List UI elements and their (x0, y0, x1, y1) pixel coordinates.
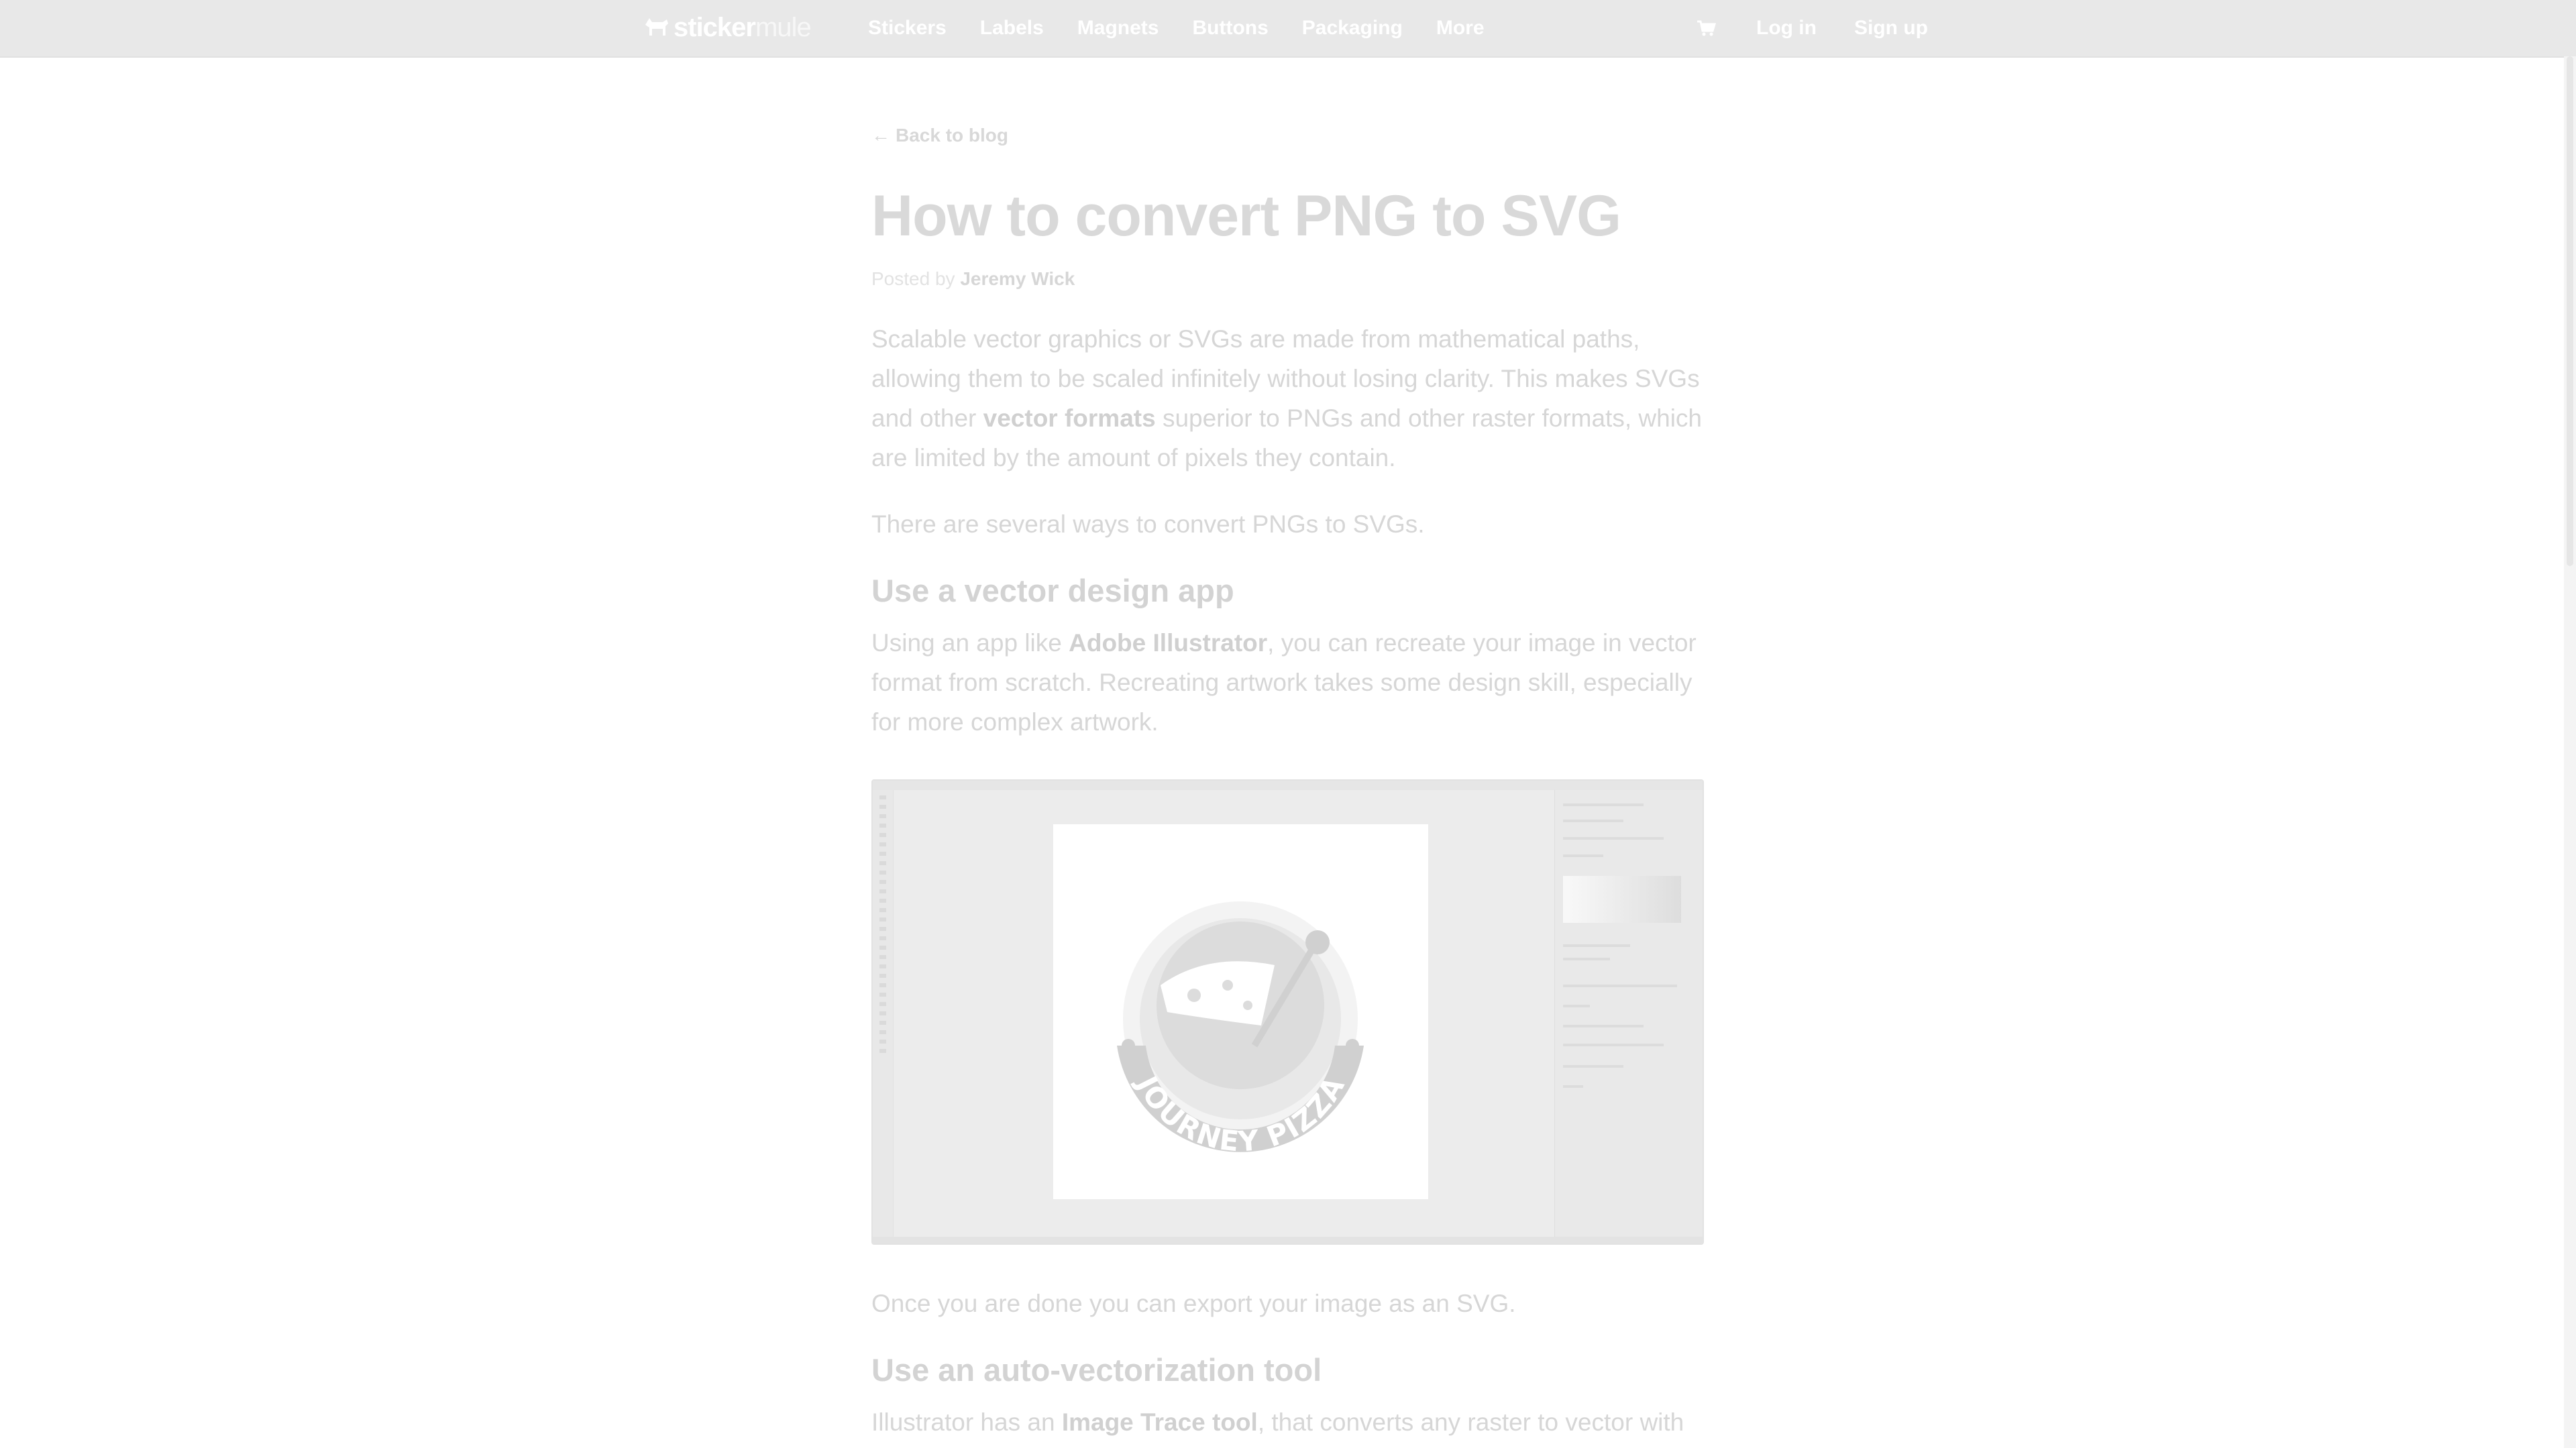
nav-item-packaging[interactable]: Packaging (1302, 17, 1403, 40)
back-to-blog-label: Back to blog (896, 125, 1009, 146)
logo-text-bold: sticker (674, 12, 756, 42)
signup-link[interactable]: Sign up (1854, 17, 1928, 40)
app-titlebar (873, 781, 1703, 790)
account-nav: Log in Sign up (1696, 0, 1928, 56)
blog-article: ← Back to blog How to convert PNG to SVG… (871, 122, 1704, 1442)
paragraph-intro: Scalable vector graphics or SVGs are mad… (871, 319, 1704, 478)
arrow-left-icon: ← (871, 125, 890, 146)
heading-vector-design-app: Use a vector design app (871, 573, 1234, 608)
paragraph-export: Once you are done you can export your im… (871, 1290, 1516, 1317)
nav-item-more[interactable]: More (1436, 17, 1485, 40)
adobe-illustrator-link[interactable]: Adobe Illustrator (1069, 629, 1267, 657)
sticker-mule-logo[interactable]: sticker mule (643, 9, 812, 46)
posted-by-label: Posted by (871, 268, 955, 289)
login-link[interactable]: Log in (1756, 17, 1817, 40)
top-navigation-bar: sticker mule Stickers Labels Magnets Butt… (0, 0, 2576, 58)
main-nav: Stickers Labels Magnets Buttons Packagin… (868, 0, 1518, 56)
heading-auto-vectorization: Use an auto-vectorization tool (871, 1352, 1322, 1388)
app-statusbar (873, 1237, 1703, 1243)
app-toolbar (873, 790, 894, 1243)
image-trace-tool-link[interactable]: Image Trace tool (1062, 1408, 1258, 1436)
artboard: JOURNEY PIZZA (1053, 824, 1428, 1199)
nav-item-magnets[interactable]: Magnets (1077, 17, 1159, 40)
scrollbar-thumb[interactable] (2567, 56, 2573, 566)
paragraph-ways: There are several ways to convert PNGs t… (871, 510, 1425, 538)
nav-item-labels[interactable]: Labels (980, 17, 1044, 40)
article-title: How to convert PNG to SVG (871, 184, 1621, 248)
byline: Posted by Jeremy Wick (871, 268, 1704, 290)
vertical-scrollbar[interactable] (2564, 56, 2576, 1448)
author-link[interactable]: Jeremy Wick (960, 268, 1075, 289)
mule-logo-icon (645, 18, 668, 36)
vector-formats-link[interactable]: vector formats (983, 404, 1156, 432)
paragraph-illustrator-text-a: Using an app like (871, 629, 1069, 657)
illustrator-screenshot-image: JOURNEY PIZZA (871, 779, 1704, 1245)
paragraph-illustrator: Using an app like Adobe Illustrator, you… (871, 623, 1704, 742)
cart-icon[interactable] (1696, 19, 1716, 38)
app-properties-panel (1554, 790, 1703, 1243)
paragraph-image-trace-text-a: Illustrator has an (871, 1408, 1062, 1436)
back-to-blog-link[interactable]: ← Back to blog (871, 122, 1704, 149)
logo-text-light: mule (755, 12, 812, 42)
journey-pizza-logo: JOURNEY PIZZA (1117, 901, 1364, 1158)
nav-item-buttons[interactable]: Buttons (1192, 17, 1268, 40)
paragraph-image-trace-text-b: , that converts any raster to vector wit… (1257, 1408, 1684, 1436)
paragraph-image-trace: Illustrator has an Image Trace tool, tha… (871, 1402, 1704, 1442)
page: sticker mule Stickers Labels Magnets Butt… (0, 0, 2576, 1448)
nav-item-stickers[interactable]: Stickers (868, 17, 947, 40)
